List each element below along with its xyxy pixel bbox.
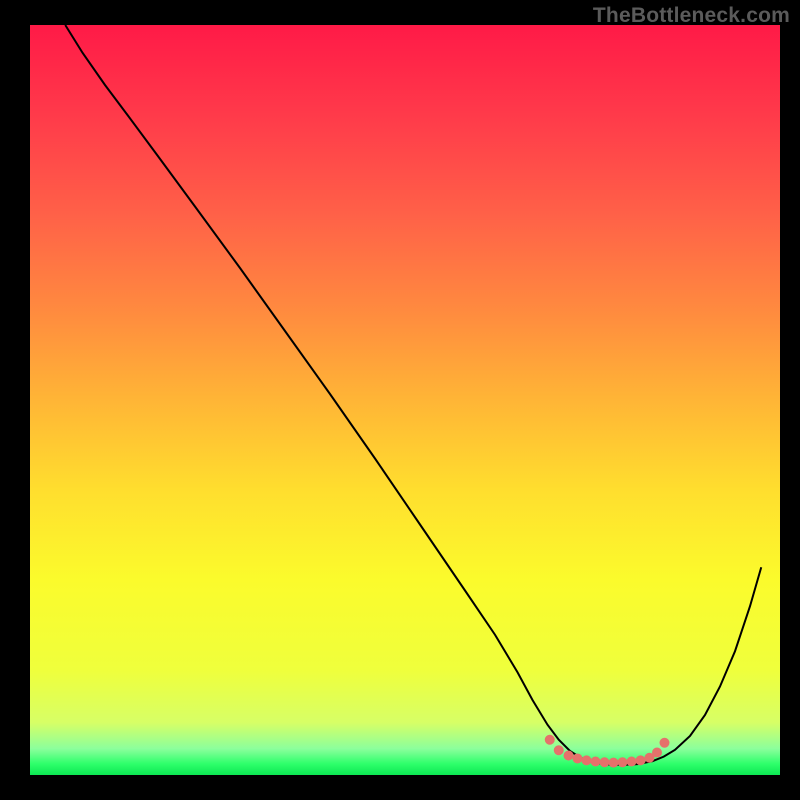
highlight-dot xyxy=(554,745,564,755)
highlight-dot xyxy=(600,757,610,767)
highlight-dot xyxy=(652,748,662,758)
chart-canvas: TheBottleneck.com xyxy=(0,0,800,800)
highlight-dot xyxy=(627,757,637,767)
highlight-dot xyxy=(618,757,628,767)
chart-svg xyxy=(0,0,800,800)
highlight-dot xyxy=(564,751,574,761)
highlight-dot xyxy=(591,757,601,767)
gradient-background xyxy=(30,25,780,775)
highlight-dot xyxy=(609,758,619,768)
highlight-dot xyxy=(545,735,555,745)
watermark-label: TheBottleneck.com xyxy=(593,4,790,28)
highlight-dot xyxy=(573,754,583,764)
highlight-dot xyxy=(636,755,646,765)
highlight-dot xyxy=(660,738,670,748)
highlight-dot xyxy=(582,755,592,765)
